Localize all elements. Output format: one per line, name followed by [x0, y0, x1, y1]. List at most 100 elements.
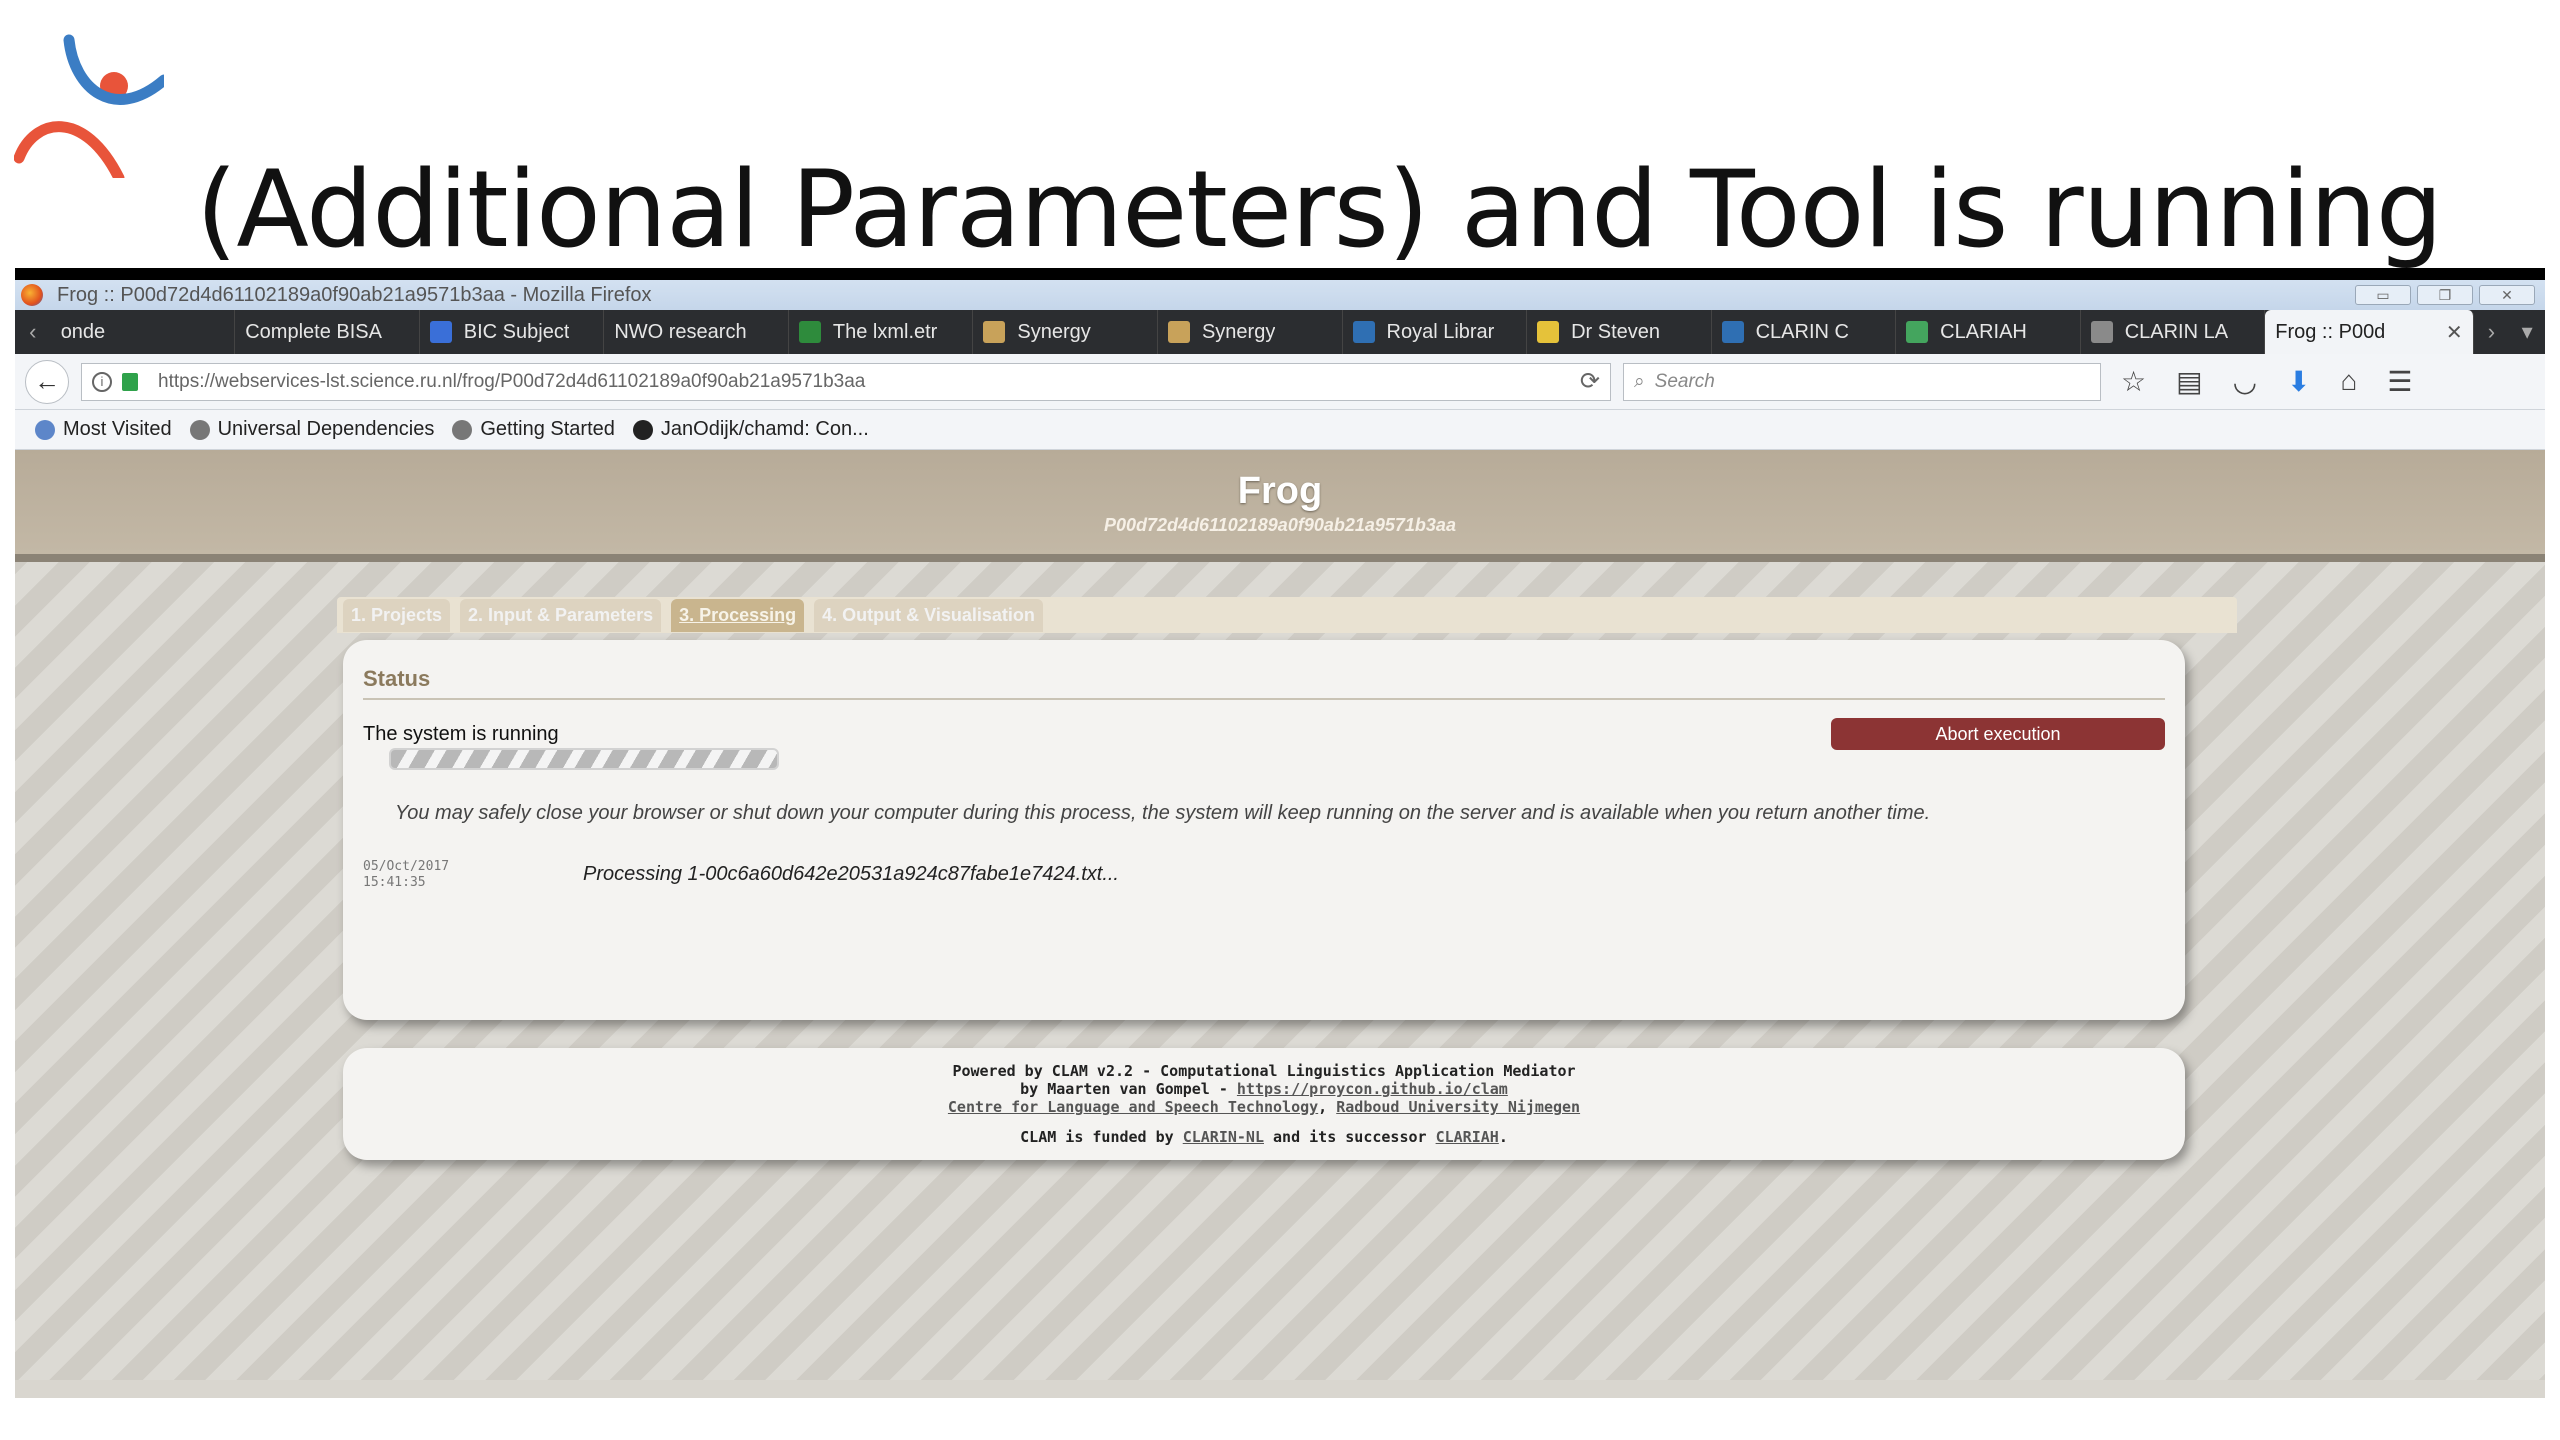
tab-label: NWO research	[614, 320, 747, 343]
status-heading: Status	[363, 666, 2165, 700]
radboud-link[interactable]: Radboud University Nijmegen	[1336, 1098, 1580, 1116]
tab-label: BIC Subject	[463, 320, 570, 343]
tab-output-visualisation[interactable]: 4. Output & Visualisation	[814, 598, 1043, 632]
tab-favicon-icon	[1721, 321, 1744, 343]
search-input[interactable]: ⌕ Search	[1623, 362, 2101, 401]
bookmark-item[interactable]: Most Visited	[35, 418, 172, 441]
tab-label: CLARIAH	[1940, 320, 2027, 343]
tab-close-icon[interactable]: ✕	[2440, 320, 2463, 345]
search-placeholder: Search	[1654, 370, 1715, 392]
tab-label: CLARIN LA	[2124, 320, 2229, 343]
running-row: The system is running Abort execution	[363, 718, 2165, 750]
tab-label: Synergy	[1017, 320, 1091, 343]
tab[interactable]: CLARIN C	[1712, 310, 1897, 354]
funded-mid: and its successor	[1264, 1128, 1436, 1146]
tab-label: Royal Librar	[1386, 320, 1495, 343]
tab-favicon-icon	[1167, 321, 1190, 343]
firefox-window: Frog :: P00d72d4d61102189a0f90ab21a9571b…	[15, 268, 2545, 1398]
tab[interactable]: CLARIN LA	[2081, 310, 2266, 354]
tab-favicon-icon	[1906, 321, 1929, 343]
footer-panel: Powered by CLAM v2.2 - Computational Lin…	[343, 1048, 2185, 1160]
home-icon[interactable]: ⌂	[2340, 365, 2357, 398]
progress-bar	[389, 748, 779, 770]
funded-suffix: .	[1498, 1128, 1508, 1146]
tab[interactable]: BIC Subject	[420, 310, 605, 354]
lock-icon[interactable]	[122, 372, 138, 391]
tab-label: Frog :: P00d	[2275, 320, 2386, 343]
clst-link[interactable]: Centre for Language and Speech Technolog…	[948, 1098, 1318, 1116]
bookmark-label: Getting Started	[480, 418, 615, 440]
reload-icon[interactable]: ⟳	[1580, 367, 1600, 396]
back-arrow-icon[interactable]: ←	[25, 359, 69, 404]
bookmark-label: Most Visited	[63, 418, 172, 440]
navigation-toolbar: ← i https://webservices-lst.science.ru.n…	[15, 354, 2545, 410]
tab[interactable]: CLARIAH	[1896, 310, 2081, 354]
tab-projects[interactable]: 1. Projects	[343, 598, 451, 632]
window-controls: ▭ ❐ ✕	[2355, 285, 2545, 305]
tab-strip: ‹ onde Complete BISA BIC Subject NWO res…	[15, 310, 2545, 354]
tab-active[interactable]: Frog :: P00d ✕	[2265, 310, 2474, 354]
log-entry: 05/Oct/2017 15:41:35 Processing 1-00c6a6…	[363, 859, 2165, 891]
tab-label: onde	[60, 320, 106, 343]
tab-label: Synergy	[1201, 320, 1276, 343]
status-panel: Status The system is running Abort execu…	[343, 640, 2185, 1020]
menu-hamburger-icon[interactable]: ☰	[2387, 365, 2412, 398]
tab[interactable]: The lxml.etr	[789, 310, 974, 354]
page-header: Frog P00d72d4d61102189a0f90ab21a9571b3aa	[15, 450, 2545, 562]
log-timestamp: 05/Oct/2017 15:41:35	[363, 859, 583, 891]
firefox-icon	[21, 284, 43, 306]
tab-label: Complete BISA	[245, 320, 382, 343]
footer-author-line: by Maarten van Gompel - https://proycon.…	[343, 1080, 2185, 1098]
presentation-slide: (Additional Parameters) and Tool is runn…	[0, 0, 2560, 1440]
window-title: Frog :: P00d72d4d61102189a0f90ab21a9571b…	[57, 283, 652, 306]
tab[interactable]: onde	[51, 310, 236, 354]
project-id: P00d72d4d61102189a0f90ab21a9571b3aa	[1104, 515, 1456, 535]
tab-label: The lxml.etr	[832, 320, 938, 343]
tab[interactable]: Synergy	[973, 310, 1158, 354]
minimize-button[interactable]: ▭	[2355, 285, 2411, 305]
step-tabs: 1. Projects 2. Input & Parameters 3. Pro…	[337, 597, 2237, 633]
tab-favicon-icon	[983, 321, 1006, 343]
tab-scroll-right-icon[interactable]: ›	[2474, 310, 2510, 354]
github-icon	[632, 419, 653, 440]
bookmark-item[interactable]: Getting Started	[452, 418, 615, 441]
tab-input-parameters[interactable]: 2. Input & Parameters	[460, 598, 662, 632]
tab[interactable]: Synergy	[1158, 310, 1343, 354]
tab[interactable]: Dr Steven	[1527, 310, 1712, 354]
running-status-text: The system is running	[363, 722, 559, 745]
tab-favicon-icon	[429, 321, 452, 343]
bookmark-item[interactable]: JanOdijk/chamd: Con...	[632, 418, 869, 441]
footer-institution-line: Centre for Language and Speech Technolog…	[343, 1098, 2185, 1116]
funded-prefix: CLAM is funded by	[1020, 1128, 1183, 1146]
search-icon: ⌕	[1634, 370, 1645, 392]
tab-scroll-left-icon[interactable]: ‹	[15, 310, 51, 354]
reading-list-icon[interactable]: ▤	[2176, 365, 2202, 398]
log-time: 15:41:35	[363, 875, 426, 890]
log-date: 05/Oct/2017	[363, 859, 450, 874]
page-title: Frog	[1237, 470, 1323, 512]
close-window-button[interactable]: ✕	[2479, 285, 2535, 305]
download-icon[interactable]: ⬇	[2287, 365, 2310, 398]
bookmarks-toolbar: Most Visited Universal Dependencies Gett…	[15, 410, 2545, 450]
clarin-nl-link[interactable]: CLARIN-NL	[1183, 1128, 1264, 1146]
pocket-icon[interactable]: ◡	[2233, 365, 2257, 398]
tab-favicon-icon	[1352, 321, 1375, 343]
bookmark-item[interactable]: Universal Dependencies	[189, 418, 434, 441]
abort-execution-button[interactable]: Abort execution	[1831, 718, 2165, 750]
bookmark-star-icon[interactable]: ☆	[2121, 365, 2146, 398]
tab-favicon-icon	[1537, 321, 1560, 343]
clariah-link[interactable]: CLARIAH	[1436, 1128, 1499, 1146]
tab-favicon-icon	[2090, 321, 2113, 343]
web-page: Frog P00d72d4d61102189a0f90ab21a9571b3aa…	[15, 450, 2545, 1380]
tab-list-chevron-down-icon[interactable]: ▾	[2509, 310, 2545, 354]
restore-button[interactable]: ❐	[2417, 285, 2473, 305]
tab-processing[interactable]: 3. Processing	[671, 598, 805, 632]
url-bar[interactable]: i https://webservices-lst.science.ru.nl/…	[81, 362, 1611, 401]
info-icon[interactable]: i	[92, 371, 112, 392]
tab[interactable]: Complete BISA	[235, 310, 420, 354]
tab[interactable]: Royal Librar	[1343, 310, 1528, 354]
footer-powered-by: Powered by CLAM v2.2 - Computational Lin…	[952, 1062, 1576, 1080]
clam-homepage-link[interactable]: https://proycon.github.io/clam	[1237, 1080, 1508, 1098]
toolbar-icons: ☆ ▤ ◡ ⬇ ⌂ ☰	[2121, 365, 2413, 398]
tab[interactable]: NWO research	[604, 310, 789, 354]
